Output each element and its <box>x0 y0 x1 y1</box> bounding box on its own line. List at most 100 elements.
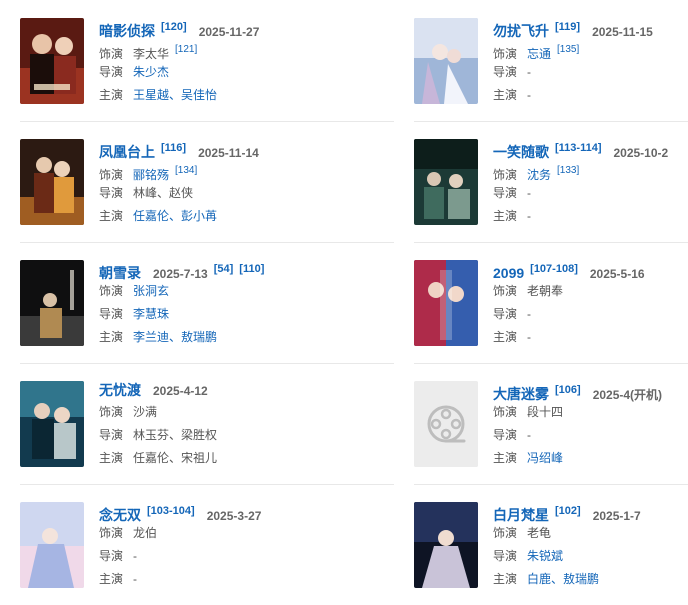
release-date: 2025-10-2 <box>613 146 669 160</box>
drama-title[interactable]: 大唐迷雾 <box>493 386 549 402</box>
citation-ref[interactable]: [135] <box>557 44 579 55</box>
drama-title[interactable]: 凤凰台上 <box>99 144 155 160</box>
director-label: 导演 <box>99 186 124 200</box>
starring-label: 主演 <box>493 451 518 465</box>
drama-title[interactable]: 念无双 <box>99 507 141 523</box>
citation-ref[interactable]: [106] <box>555 384 581 396</box>
grid-row: 无忧渡 2025-4-12 饰演 沙满 导演 林玉芬、梁胜权 主演 任嘉伦、宋祖儿 <box>0 363 688 484</box>
starring-value[interactable]: 白鹿、敖瑞鹏 <box>527 572 599 586</box>
director-value[interactable]: 朱锐斌 <box>527 549 563 563</box>
starring-label: 主演 <box>99 451 124 465</box>
poster-image[interactable] <box>20 502 84 588</box>
release-date: 2025-5-16 <box>589 267 645 281</box>
starring-value: - <box>527 209 532 223</box>
citation-ref[interactable]: [120] <box>161 21 187 33</box>
starring-value[interactable]: 任嘉伦、彭小苒 <box>133 209 217 223</box>
drama-title[interactable]: 一笑随歌 <box>493 144 549 160</box>
role-value: 龙伯 <box>133 526 158 540</box>
director-value[interactable]: 李慧珠 <box>133 307 169 321</box>
starring-value: - <box>527 330 532 344</box>
poster-image[interactable] <box>20 18 84 104</box>
director-label: 导演 <box>493 186 518 200</box>
citation-ref[interactable]: [121] <box>175 44 197 55</box>
role-value[interactable]: 郦铭殇 <box>133 168 169 182</box>
role-label: 饰演 <box>493 47 518 61</box>
poster-image[interactable] <box>20 139 84 225</box>
citation-ref[interactable]: [116] <box>161 142 186 154</box>
director-label: 导演 <box>99 307 124 321</box>
starring-label: 主演 <box>99 209 124 223</box>
poster-image[interactable] <box>414 502 478 588</box>
starring-value[interactable]: 李兰迪、敖瑞鹏 <box>133 330 217 344</box>
citation-ref[interactable]: [133] <box>557 165 579 176</box>
poster-image[interactable] <box>414 139 478 225</box>
drama-title[interactable]: 勿扰飞升 <box>493 23 549 39</box>
role-value[interactable]: 忘通 <box>527 47 551 61</box>
drama-card[interactable]: 凤凰台上 [116] 2025-11-14 饰演 郦铭殇 [134] 导演 林峰、赵侠 主… <box>20 121 394 242</box>
citation-ref[interactable]: [113-114] <box>555 142 601 154</box>
grid-row: 暗影侦探 [120] 2025-11-27 饰演 李太华 [121] 导演 朱少杰 主演王… <box>0 0 688 121</box>
starring-value[interactable]: 冯绍峰 <box>527 451 563 465</box>
poster-image[interactable] <box>414 260 478 346</box>
role-value: 沙满 <box>133 405 158 419</box>
film-reel-placeholder-icon <box>414 381 478 467</box>
drama-card[interactable]: 大唐迷雾 [106] 2025-4(开机) 饰演 段十四 导演 - 主演 冯绍峰 <box>414 363 688 484</box>
release-date: 2025-11-15 <box>592 25 653 39</box>
drama-title[interactable]: 朝雪录 <box>99 265 141 281</box>
director-label: 导演 <box>99 65 124 79</box>
starring-value: - <box>527 88 532 102</box>
role-label: 饰演 <box>99 405 124 419</box>
drama-card[interactable]: 勿扰飞升 [119] 2025-11-15 饰演 忘通 [135] 导演 - 主演 - <box>414 0 688 121</box>
poster-image[interactable] <box>414 18 478 104</box>
starring-label: 主演 <box>493 330 518 344</box>
drama-card[interactable]: 白月梵星 [102] 2025-1-7 饰演 老龟 导演 朱锐斌 主演 白鹿、敖瑞鹏 <box>414 484 688 605</box>
release-date: 2025-3-27 <box>206 509 262 523</box>
release-date: 2025-4-12 <box>153 384 208 398</box>
starring-value: 任嘉伦、宋祖儿 <box>133 451 218 465</box>
drama-title[interactable]: 2099 <box>493 265 524 281</box>
citation-ref[interactable]: [54] <box>214 263 234 275</box>
citation-ref[interactable]: [102] <box>555 505 581 517</box>
director-label: 导演 <box>99 428 124 442</box>
role-value: 老朝奉 <box>527 284 564 298</box>
drama-card[interactable]: 念无双 [103-104] 2025-3-27 饰演 龙伯 导演 - 主演 - <box>20 484 394 605</box>
starring-value[interactable]: 王星越、吴佳怡 <box>133 88 217 102</box>
drama-card[interactable]: 无忧渡 2025-4-12 饰演 沙满 导演 林玉芬、梁胜权 主演 任嘉伦、宋祖儿 <box>20 363 394 484</box>
role-label: 饰演 <box>493 284 518 298</box>
drama-title[interactable]: 无忧渡 <box>99 382 141 398</box>
grid-row: 念无双 [103-104] 2025-3-27 饰演 龙伯 导演 - 主演 - 白月梵星[… <box>0 484 688 605</box>
starring-value: - <box>133 572 138 586</box>
director-value[interactable]: 朱少杰 <box>133 65 169 79</box>
citation-ref[interactable]: [110] <box>239 263 264 275</box>
drama-card[interactable]: 一笑随歌 [113-114] 2025-10-2 饰演 沈务 [133] 导演 - 主演 - <box>414 121 688 242</box>
role-label: 饰演 <box>99 284 124 298</box>
role-value: 李太华 <box>133 47 170 61</box>
drama-title[interactable]: 白月梵星 <box>493 507 549 523</box>
poster-image[interactable] <box>20 381 84 467</box>
role-label: 饰演 <box>99 168 124 182</box>
poster-image[interactable] <box>20 260 84 346</box>
director-value: - <box>527 65 532 79</box>
citation-ref[interactable]: [107-108] <box>530 263 578 275</box>
role-value: 老龟 <box>527 526 552 540</box>
starring-label: 主演 <box>493 572 518 586</box>
drama-card[interactable]: 暗影侦探 [120] 2025-11-27 饰演 李太华 [121] 导演 朱少杰 主演王… <box>20 0 394 121</box>
role-value: 段十四 <box>527 405 564 419</box>
drama-card[interactable]: 朝雪录 2025-7-13 [54] [110] 饰演 张洞玄 导演 李慧珠 主演 李兰迪、… <box>20 242 394 363</box>
director-value: 林峰、赵侠 <box>133 186 194 200</box>
release-date: 2025-1-7 <box>592 509 641 523</box>
drama-title[interactable]: 暗影侦探 <box>99 23 155 39</box>
release-date: 2025-11-14 <box>198 146 259 160</box>
grid-row: 朝雪录 2025-7-13 [54] [110] 饰演 张洞玄 导演 李慧珠 主演 李兰迪、… <box>0 242 688 363</box>
role-label: 饰演 <box>99 526 124 540</box>
role-label: 饰演 <box>99 47 124 61</box>
role-value[interactable]: 张洞玄 <box>133 284 169 298</box>
citation-ref[interactable]: [103-104] <box>147 505 195 517</box>
citation-ref[interactable]: [119] <box>555 21 580 33</box>
grid-row: 凤凰台上 [116] 2025-11-14 饰演 郦铭殇 [134] 导演 林峰、赵侠 主… <box>0 121 688 242</box>
release-date: 2025-7-13 <box>153 267 208 281</box>
drama-card[interactable]: 2099 [107-108] 2025-5-16 饰演 老朝奉 导演 - 主演 - <box>414 242 688 363</box>
release-date: 2025-11-27 <box>198 25 260 39</box>
role-value[interactable]: 沈务 <box>527 168 551 182</box>
citation-ref[interactable]: [134] <box>175 165 197 176</box>
